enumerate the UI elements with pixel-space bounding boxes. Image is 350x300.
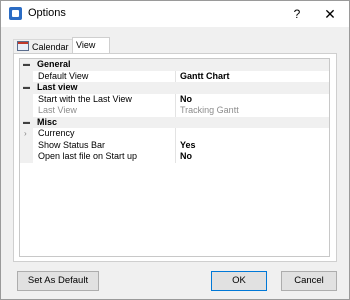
collapse-icon[interactable]: ▬ [23,117,31,129]
tab-view[interactable]: View [72,37,110,54]
property-name: Open last file on Start up [38,151,138,161]
property-row-start-with-last-view[interactable]: Start with the Last View No [20,93,329,106]
property-grid: ▬ General Default View Gantt Chart ▬ Las… [19,58,330,257]
close-button[interactable]: ✕ [319,4,341,24]
row-gutter [20,105,33,117]
column-divider [175,93,176,105]
property-name: Default View [38,70,89,81]
property-row-open-last-file[interactable]: Open last file on Start up No [20,151,329,163]
title-bar: Options ? ✕ [1,1,349,27]
category-general[interactable]: ▬ General [20,59,329,71]
property-name: Start with the Last View [38,93,132,104]
row-gutter [20,139,33,151]
column-divider [175,139,176,151]
view-tab-panel: ▬ General Default View Gantt Chart ▬ Las… [13,53,337,262]
category-label: Last view [37,82,78,92]
property-value[interactable]: No [180,151,192,163]
property-value[interactable]: No [180,94,192,106]
tab-view-label: View [76,40,96,50]
row-gutter [20,151,33,163]
property-value[interactable]: Gantt Chart [180,71,230,83]
property-row-last-view: Last View Tracking Gantt [20,105,329,117]
column-divider [175,128,176,140]
property-value: Tracking Gantt [180,105,239,115]
tab-calendar[interactable]: Calendar [13,39,77,54]
row-gutter [20,93,33,105]
category-last-view[interactable]: ▬ Last view [20,82,329,94]
set-as-default-button[interactable]: Set As Default [17,271,99,291]
tab-calendar-label: Calendar [32,42,69,52]
expand-arrow-icon[interactable]: › [24,128,27,140]
category-misc[interactable]: ▬ Misc [20,116,329,129]
property-value[interactable]: Yes [180,140,196,152]
column-divider [175,151,176,163]
category-label: General [37,59,71,69]
row-gutter [20,70,33,82]
collapse-icon[interactable]: ▬ [23,59,31,71]
options-app-icon [9,7,22,20]
column-divider [175,105,176,117]
property-row-show-status-bar[interactable]: Show Status Bar Yes [20,139,329,152]
options-dialog: Options ? ✕ Calendar View ▬ General Defa… [0,0,350,300]
property-row-default-view[interactable]: Default View Gantt Chart [20,70,329,83]
collapse-icon[interactable]: ▬ [23,82,31,94]
column-divider [175,70,176,82]
calendar-icon [17,41,29,51]
ok-button[interactable]: OK [211,271,267,291]
window-title: Options [28,7,66,19]
property-name: Show Status Bar [38,139,106,150]
property-row-currency[interactable]: › Currency [20,128,329,140]
category-label: Misc [37,116,58,127]
help-button[interactable]: ? [287,4,307,24]
property-name: Currency [38,128,75,138]
property-name: Last View [38,105,77,115]
cancel-button[interactable]: Cancel [281,271,337,291]
